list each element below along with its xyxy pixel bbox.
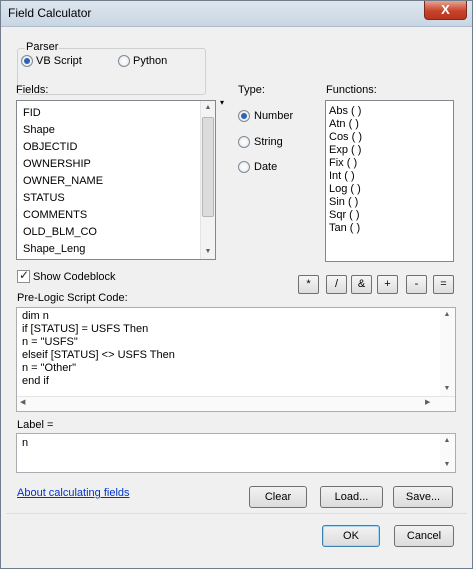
- operator-plus-button[interactable]: +: [377, 275, 398, 294]
- function-item-atn[interactable]: Atn ( ): [329, 118, 359, 130]
- code-line: end if: [22, 375, 49, 387]
- load-button[interactable]: Load...: [320, 486, 383, 508]
- field-calculator-window: Field Calculator X Parser VB Script Pyth…: [0, 0, 473, 569]
- operator-equals-button[interactable]: =: [433, 275, 454, 294]
- function-item-exp[interactable]: Exp ( ): [329, 144, 361, 156]
- radio-type-string[interactable]: [238, 136, 250, 148]
- prelogic-textarea[interactable]: dim n if [STATUS] = USFS Then n = "USFS"…: [16, 307, 456, 412]
- field-item-status[interactable]: STATUS: [23, 192, 65, 204]
- field-item-shape[interactable]: Shape: [23, 124, 55, 136]
- ok-button[interactable]: OK: [322, 525, 380, 547]
- function-item-int[interactable]: Int ( ): [329, 170, 355, 182]
- scroll-thumb[interactable]: [202, 117, 214, 217]
- code-line: n = "Other": [22, 362, 76, 374]
- cancel-button[interactable]: Cancel: [394, 525, 454, 547]
- function-item-cos[interactable]: Cos ( ): [329, 131, 362, 143]
- code-line: dim n: [22, 310, 49, 322]
- parser-label: Parser: [25, 41, 60, 53]
- label-vscrollbar[interactable]: ▲ ▼: [440, 434, 455, 472]
- functions-list[interactable]: Abs ( ) Atn ( ) Cos ( ) Exp ( ) Fix ( ) …: [325, 100, 454, 262]
- field-item-fid[interactable]: FID: [23, 107, 41, 119]
- fields-label: Fields:: [16, 84, 49, 96]
- code-line: if [STATUS] = USFS Then: [22, 323, 149, 335]
- clear-button[interactable]: Clear: [249, 486, 307, 508]
- label-expression-value: n: [22, 437, 29, 449]
- field-item-owner-name[interactable]: OWNER_NAME: [23, 175, 103, 187]
- scroll-up-icon[interactable]: ▲: [440, 308, 454, 322]
- radio-python[interactable]: [118, 55, 130, 67]
- radio-vbscript[interactable]: [21, 55, 33, 67]
- radio-python-label[interactable]: Python: [133, 55, 167, 67]
- title-bar[interactable]: Field Calculator X: [1, 1, 472, 27]
- type-label: Type:: [238, 84, 265, 96]
- operator-concat-button[interactable]: &: [351, 275, 372, 294]
- sort-dropdown-icon[interactable]: ▾: [220, 98, 224, 107]
- functions-label: Functions:: [326, 84, 377, 96]
- operator-divide-button[interactable]: /: [326, 275, 347, 294]
- code-line: elseif [STATUS] <> USFS Then: [22, 349, 175, 361]
- divider: [6, 513, 467, 514]
- prelogic-hscrollbar[interactable]: ◀ ▶: [17, 396, 455, 411]
- scroll-right-icon[interactable]: ▶: [425, 398, 430, 406]
- about-calculating-fields-link[interactable]: About calculating fields: [17, 487, 130, 499]
- function-item-tan[interactable]: Tan ( ): [329, 222, 360, 234]
- function-item-log[interactable]: Log ( ): [329, 183, 361, 195]
- field-item-comments[interactable]: COMMENTS: [23, 209, 87, 221]
- show-codeblock-checkbox[interactable]: [17, 268, 30, 283]
- radio-type-string-label[interactable]: String: [254, 136, 283, 148]
- radio-type-number[interactable]: [238, 110, 250, 122]
- function-item-fix[interactable]: Fix ( ): [329, 157, 357, 169]
- radio-type-number-label[interactable]: Number: [254, 110, 293, 122]
- scroll-down-icon[interactable]: ▼: [440, 458, 454, 472]
- scroll-down-icon[interactable]: ▼: [440, 382, 454, 396]
- function-item-sqr[interactable]: Sqr ( ): [329, 209, 360, 221]
- field-item-ownership[interactable]: OWNERSHIP: [23, 158, 91, 170]
- operator-minus-button[interactable]: -: [406, 275, 427, 294]
- scroll-left-icon[interactable]: ◀: [20, 398, 25, 406]
- field-item-old-blm-co[interactable]: OLD_BLM_CO: [23, 226, 97, 238]
- show-codeblock-label[interactable]: Show Codeblock: [33, 271, 116, 283]
- label-expression-label: Label =: [17, 419, 54, 431]
- function-item-abs[interactable]: Abs ( ): [329, 105, 361, 117]
- label-expression-textarea[interactable]: n ▲ ▼: [16, 433, 456, 473]
- code-line: n = "USFS": [22, 336, 78, 348]
- save-button[interactable]: Save...: [393, 486, 453, 508]
- scroll-up-icon[interactable]: ▲: [201, 101, 215, 115]
- operator-multiply-button[interactable]: *: [298, 275, 319, 294]
- scroll-up-icon[interactable]: ▲: [440, 434, 454, 448]
- function-item-sin[interactable]: Sin ( ): [329, 196, 358, 208]
- prelogic-label: Pre-Logic Script Code:: [17, 292, 128, 304]
- close-button[interactable]: X: [424, 1, 467, 20]
- dialog-content: Parser VB Script Python Fields: FID Shap…: [6, 28, 467, 564]
- fields-scrollbar[interactable]: ▲ ▼: [200, 101, 215, 259]
- prelogic-vscrollbar[interactable]: ▲ ▼: [440, 308, 455, 396]
- radio-type-date-label[interactable]: Date: [254, 161, 277, 173]
- radio-vbscript-label[interactable]: VB Script: [36, 55, 82, 67]
- fields-list[interactable]: FID Shape OBJECTID OWNERSHIP OWNER_NAME …: [16, 100, 216, 260]
- field-item-shape-leng[interactable]: Shape_Leng: [23, 243, 85, 255]
- scroll-down-icon[interactable]: ▼: [201, 245, 215, 259]
- field-item-objectid[interactable]: OBJECTID: [23, 141, 77, 153]
- window-title: Field Calculator: [8, 6, 92, 20]
- radio-type-date[interactable]: [238, 161, 250, 173]
